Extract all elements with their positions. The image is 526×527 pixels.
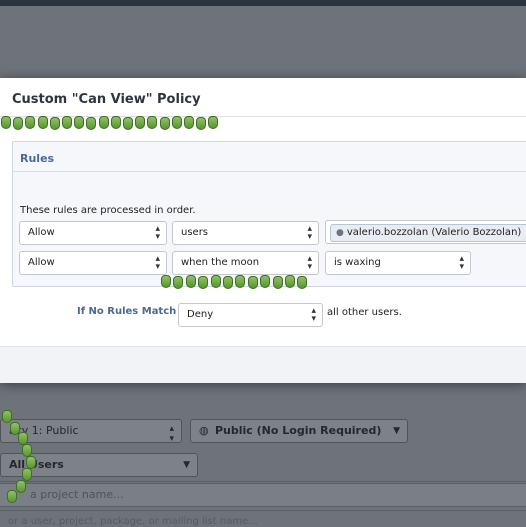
updown-caret-icon: ▴ ▾ <box>307 224 312 242</box>
updown-caret-icon: ▴ ▾ <box>307 254 312 272</box>
garland-bead <box>49 117 60 130</box>
garland-bead <box>13 117 24 130</box>
garland-bead <box>98 116 109 129</box>
garland-bead <box>147 116 158 129</box>
user-icon: ● <box>336 228 344 238</box>
bg-users-select-label: All Users <box>9 458 64 471</box>
garland-bead <box>7 490 17 503</box>
rule-1-type-select[interactable]: users ▴ ▾ <box>172 221 319 245</box>
rules-panel: Rules These rules are processed in order… <box>12 141 526 287</box>
rules-description: These rules are processed in order. <box>20 205 196 216</box>
bg-visibility-select-label: Public (No Login Required) <box>215 424 382 437</box>
garland-bead <box>208 116 219 129</box>
garland-bead <box>196 117 207 130</box>
garland-bead <box>173 276 184 289</box>
updown-caret-icon: ▴ ▾ <box>155 254 160 272</box>
updown-caret-icon: ▴ ▾ <box>155 224 160 242</box>
garland-bead <box>62 116 72 129</box>
rule-1-action-value: Allow <box>28 227 55 238</box>
garland-bead <box>74 116 85 129</box>
rule-2-type-value: when the moon <box>181 257 260 268</box>
updown-caret-icon: ▴ ▾ <box>169 424 174 443</box>
garland-bead <box>159 117 170 130</box>
garland-bead <box>247 276 258 289</box>
rule-2-value-label: is waxing <box>334 257 381 268</box>
rule-1-value-tokenizer[interactable]: ●valerio.bozzolan (Valerio Bozzolan)× <box>325 220 526 244</box>
chevron-down-icon: ▼ <box>393 426 400 436</box>
rule-2-action-select[interactable]: Allow ▴ ▾ <box>19 251 167 275</box>
garland-bead <box>161 275 171 288</box>
bg-divider <box>0 510 526 511</box>
fallback-select[interactable]: Deny ▴ ▾ <box>178 303 323 327</box>
rule-2-action-value: Allow <box>28 257 55 268</box>
garland-bead <box>171 116 182 129</box>
rule-1-action-select[interactable]: Allow ▴ ▾ <box>19 221 167 245</box>
garland-bead <box>185 275 196 288</box>
garland-bead <box>16 480 26 493</box>
garland-bead <box>25 116 36 129</box>
fallback-label: If No Rules Match <box>77 306 177 317</box>
garland-bead <box>198 276 209 289</box>
user-token: ●valerio.bozzolan (Valerio Bozzolan)× <box>330 224 526 242</box>
garland-bead <box>86 117 97 130</box>
fallback-select-value: Deny <box>187 309 214 320</box>
garland-bead <box>135 116 146 129</box>
updown-caret-icon: ▴ ▾ <box>311 306 316 324</box>
garland-bead <box>37 116 48 129</box>
dialog-title: Custom "Can View" Policy <box>12 92 201 107</box>
garland-bead <box>110 116 121 129</box>
garland-bead <box>210 275 221 288</box>
garland-bead <box>285 275 295 288</box>
garland-bead <box>223 276 233 289</box>
garland-bead <box>272 276 283 289</box>
rule-2-value-select[interactable]: is waxing ▴ ▾ <box>325 251 471 275</box>
globe-icon: ◍ <box>199 424 209 437</box>
garland-bead <box>235 275 246 288</box>
chevron-down-icon: ▼ <box>183 460 190 470</box>
garland-bead <box>184 116 194 129</box>
garland-bead <box>2 410 12 423</box>
fallback-suffix: all other users. <box>327 307 402 318</box>
garland-bead <box>260 275 271 288</box>
rule-2-type-select[interactable]: when the moon ▴ ▾ <box>172 251 319 275</box>
garland-bead <box>297 276 308 289</box>
updown-caret-icon: ▴ ▾ <box>459 254 464 272</box>
garland-bead <box>1 116 11 129</box>
user-token-label: valerio.bozzolan (Valerio Bozzolan) <box>346 227 522 238</box>
rule-1-type-value: users <box>181 227 209 238</box>
bg-project-search-input[interactable]: a project name... <box>0 483 526 507</box>
garland-bead <box>123 117 133 130</box>
rules-divider <box>13 171 526 172</box>
bg-visibility-select[interactable]: ◍ Public (No Login Required) ▼ <box>190 419 408 443</box>
bg-bottom-hint: or a user, project, package, or mailing … <box>8 516 258 527</box>
rules-header: Rules <box>20 152 55 165</box>
bg-divider <box>0 481 526 482</box>
dialog-footer <box>0 346 526 383</box>
garland-bead <box>22 468 32 481</box>
